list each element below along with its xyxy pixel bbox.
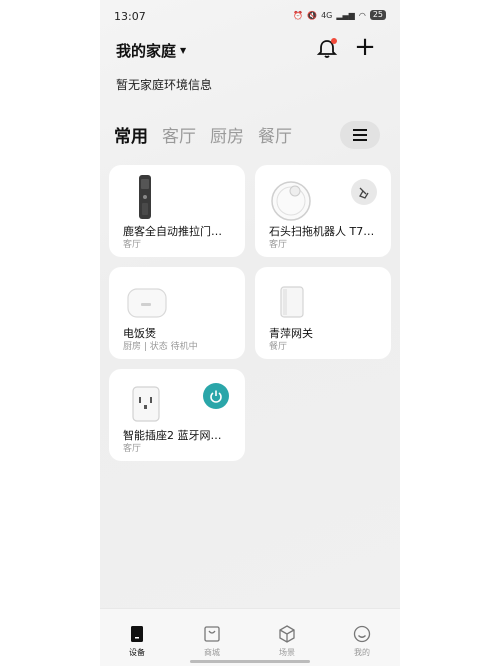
signal-icon: ▂▄▆ — [336, 10, 355, 20]
bottom-nav: 设备 商城 场景 我的 — [100, 608, 400, 666]
tab-dining-room[interactable]: 餐厅 — [258, 122, 292, 147]
device-card-robot-vacuum[interactable]: 石头扫拖机器人 T7… 客厅 — [255, 165, 391, 257]
profile-icon — [353, 625, 371, 643]
mute-icon: 🔇 — [307, 10, 318, 20]
room-tabs: 常用 客厅 厨房 餐厅 — [114, 122, 292, 147]
gateway-icon — [280, 286, 304, 318]
status-icons: ⏰ 🔇 4G ▂▄▆ ◠ 25 — [293, 10, 386, 20]
nav-profile[interactable]: 我的 — [337, 625, 387, 658]
tab-menu-button[interactable] — [340, 121, 380, 149]
device-card-rice-cooker[interactable]: 电饭煲 厨房 | 状态 待机中 — [109, 267, 245, 359]
device-room: 客厅 — [269, 240, 288, 250]
tab-kitchen[interactable]: 厨房 — [210, 122, 244, 147]
device-room: 客厅 — [123, 240, 142, 250]
battery-icon: 25 — [369, 10, 386, 20]
nav-label: 商城 — [204, 648, 220, 657]
rice-cooker-icon — [127, 288, 167, 318]
nav-store[interactable]: 商城 — [187, 625, 237, 658]
store-icon — [204, 626, 220, 642]
device-card-gateway[interactable]: 青萍网关 餐厅 — [255, 267, 391, 359]
home-selector[interactable]: 我的家庭 ▼ — [116, 40, 186, 61]
device-room: 厨房 | 状态 待机中 — [123, 342, 198, 352]
smart-lock-icon — [139, 175, 151, 219]
caret-down-icon: ▼ — [180, 46, 187, 55]
nav-scene[interactable]: 场景 — [262, 625, 312, 658]
notification-badge — [331, 38, 337, 44]
add-icon[interactable]: + — [354, 34, 376, 60]
env-info: 暂无家庭环境信息 — [116, 78, 213, 92]
device-room: 客厅 — [123, 444, 142, 454]
nav-label: 场景 — [279, 648, 295, 657]
nav-label: 我的 — [354, 648, 370, 657]
device-card-smart-lock[interactable]: 鹿客全自动推拉门… 客厅 — [109, 165, 245, 257]
sweep-button[interactable] — [351, 179, 377, 205]
sweep-icon — [359, 187, 369, 199]
home-name: 我的家庭 — [116, 42, 177, 60]
nav-devices[interactable]: 设备 — [112, 625, 162, 658]
nav-label: 设备 — [129, 648, 145, 657]
tab-common[interactable]: 常用 — [114, 122, 148, 147]
robot-vacuum-icon — [271, 181, 311, 221]
device-room: 餐厅 — [269, 342, 288, 352]
phone-screen: 13:07 ⏰ 🔇 4G ▂▄▆ ◠ 25 我的家庭 ▼ + 暂无家庭环境信息 … — [100, 0, 400, 666]
tab-living-room[interactable]: 客厅 — [162, 122, 196, 147]
wifi-icon: ◠ — [358, 10, 366, 20]
status-bar: 13:07 ⏰ 🔇 4G ▂▄▆ ◠ 25 — [100, 0, 400, 30]
menu-icon — [353, 129, 367, 141]
scene-icon — [279, 625, 295, 643]
status-time: 13:07 — [114, 10, 146, 23]
device-icon — [131, 626, 143, 642]
power-icon — [210, 390, 222, 403]
smart-plug-icon — [132, 386, 160, 422]
home-indicator — [190, 660, 310, 663]
network-label: 4G — [321, 10, 333, 20]
power-button[interactable] — [203, 383, 229, 409]
alarm-icon: ⏰ — [293, 10, 304, 20]
device-card-smart-plug[interactable]: 智能插座2 蓝牙网… 客厅 — [109, 369, 245, 461]
